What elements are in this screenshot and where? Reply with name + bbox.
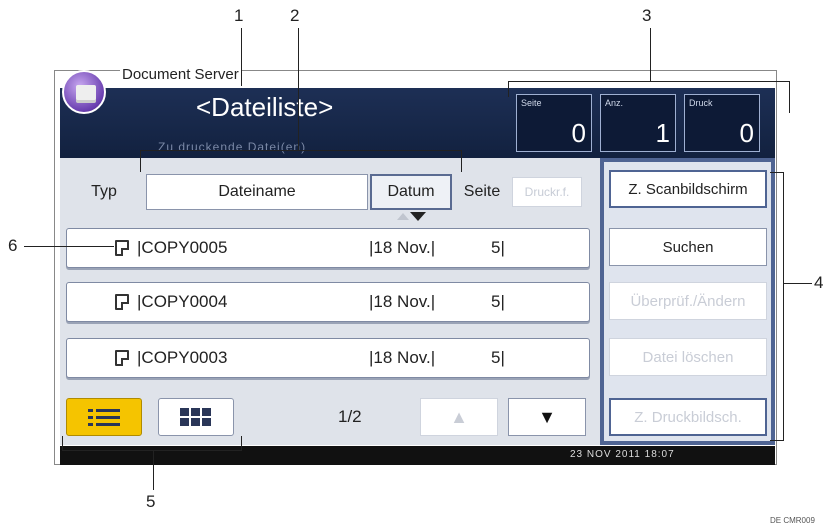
list-title: <Dateiliste>: [196, 92, 334, 122]
sort-by-date-button[interactable]: Datum: [370, 174, 452, 210]
delete-file-button[interactable]: Datei löschen: [609, 338, 767, 376]
column-page: Seite: [463, 183, 501, 200]
page-down-button[interactable]: ▼: [508, 398, 586, 436]
page-up-button[interactable]: ▲: [420, 398, 498, 436]
counter-count: Anz. 1: [600, 94, 676, 152]
app-title: Document Server: [120, 66, 241, 83]
callout-5: 5: [146, 492, 156, 511]
file-row[interactable]: |COPY0003 |18 Nov.| 5|: [66, 338, 590, 378]
search-button[interactable]: Suchen: [609, 228, 767, 266]
document-server-logo-icon: [62, 70, 106, 114]
document-icon: [115, 294, 129, 310]
callout-1: 1: [234, 6, 244, 25]
grid-view-button[interactable]: [158, 398, 234, 436]
list-subtitle: Zu druckende Datei(en): [158, 140, 307, 154]
callout-6: 6: [8, 236, 18, 255]
page-indicator: 1/2: [338, 407, 362, 426]
callout-3: 3: [642, 6, 652, 25]
scan-screen-button[interactable]: Z. Scanbildschirm: [609, 170, 767, 208]
file-row[interactable]: |COPY0005 |18 Nov.| 5|: [66, 228, 590, 268]
document-icon: [115, 240, 129, 256]
callout-4: 4: [814, 273, 824, 292]
sort-descending-icon: [410, 212, 426, 221]
sort-ascending-icon: [397, 213, 409, 220]
print-screen-button[interactable]: Z. Druckbildsch.: [609, 398, 767, 436]
column-type: Typ: [91, 183, 117, 200]
sort-by-name-button[interactable]: Dateiname: [146, 174, 368, 210]
print-order-button[interactable]: Druckr.f.: [512, 177, 582, 207]
document-icon: [115, 350, 129, 366]
status-datetime: 23 NOV 2011 18:07: [570, 449, 675, 460]
grid-view-icon: [180, 408, 211, 426]
list-view-button[interactable]: [66, 398, 142, 436]
callout-2: 2: [290, 6, 300, 25]
counter-pages: Seite 0: [516, 94, 592, 152]
list-view-icon: [88, 409, 120, 426]
check-change-button[interactable]: Überprüf./Ändern: [609, 282, 767, 320]
counter-print: Druck 0: [684, 94, 760, 152]
file-row[interactable]: |COPY0004 |18 Nov.| 5|: [66, 282, 590, 322]
figure-id: DE CMR009: [770, 516, 815, 525]
